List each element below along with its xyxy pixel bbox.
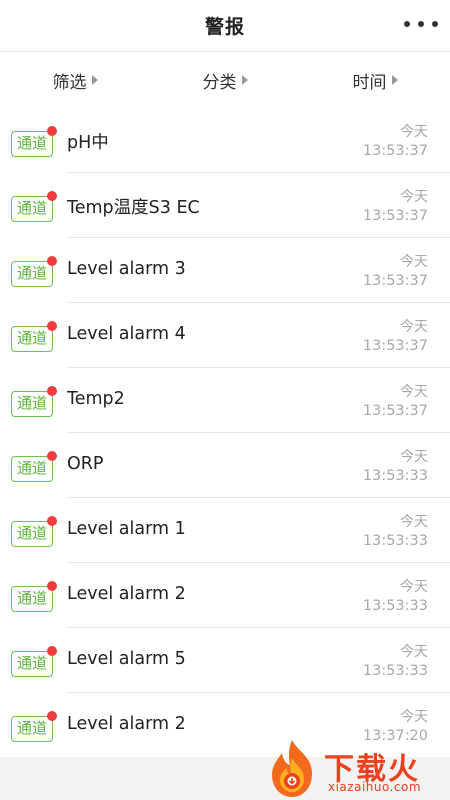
channel-badge: 通道 [11,126,57,157]
alarm-row[interactable]: 通道 Temp2 今天 13:53:37 [0,368,450,433]
channel-badge: 通道 [11,451,57,482]
unread-dot-icon [47,256,57,266]
category-button[interactable]: 分类 [150,68,300,93]
alarm-day: 今天 [400,189,428,205]
alarm-day: 今天 [400,709,428,725]
alarm-row[interactable]: 通道 Temp温度S3 EC 今天 13:53:37 [0,173,450,238]
unread-dot-icon [47,516,57,526]
alarm-row[interactable]: 通道 Level alarm 3 今天 13:53:37 [0,238,450,303]
channel-badge: 通道 [11,516,57,547]
unread-dot-icon [47,126,57,136]
alarm-row[interactable]: 通道 Level alarm 1 今天 13:53:33 [0,498,450,563]
filter-bar: 筛选 分类 时间 [0,52,450,108]
alarm-time: 13:53:37 [362,143,428,159]
dot [404,21,410,27]
alarm-row[interactable]: 通道 Level alarm 4 今天 13:53:37 [0,303,450,368]
flame-logo-icon [272,740,312,797]
alarm-day: 今天 [400,254,428,270]
alarm-name: Temp2 [67,389,125,409]
alarm-day: 今天 [400,319,428,335]
alarm-day: 今天 [400,579,428,595]
channel-badge: 通道 [11,581,57,612]
alarm-day: 今天 [400,514,428,530]
alarm-row[interactable]: 通道 ORP 今天 13:53:33 [0,433,450,498]
unread-dot-icon [47,451,57,461]
app-header: 警报 [0,0,450,52]
caret-right-icon [241,75,248,85]
caret-right-icon [91,75,98,85]
alarm-day: 今天 [400,449,428,465]
alarm-row[interactable]: 通道 Level alarm 5 今天 13:53:33 [0,628,450,693]
unread-dot-icon [47,386,57,396]
channel-badge: 通道 [11,711,57,742]
alarm-name: Level alarm 5 [67,649,186,669]
unread-dot-icon [47,321,57,331]
alarm-list: 通道 pH中 今天 13:53:37 通道 Temp温度S3 EC 今天 13:… [0,108,450,758]
alarm-day: 今天 [400,644,428,660]
alarm-name: Level alarm 1 [67,519,186,539]
alarm-name: Level alarm 2 [67,714,186,734]
unread-dot-icon [47,581,57,591]
alarm-name: Level alarm 2 [67,584,186,604]
filter-label: 筛选 [52,72,87,93]
alarm-name: Level alarm 3 [67,259,186,279]
alarm-name: Level alarm 4 [67,324,186,344]
filter-button[interactable]: 筛选 [0,68,150,93]
alarm-name: ORP [67,454,104,474]
time-label: 时间 [352,72,387,93]
channel-badge: 通道 [11,646,57,677]
alarm-time: 13:53:37 [362,273,428,289]
unread-dot-icon [47,711,57,721]
channel-badge: 通道 [11,256,57,287]
alarm-time: 13:53:37 [362,338,428,354]
channel-badge: 通道 [11,191,57,222]
dot [418,21,424,27]
alarm-day: 今天 [400,384,428,400]
unread-dot-icon [47,646,57,656]
watermark-logo: 下载火 xiazaihuo.com [262,738,450,800]
alarm-time: 13:53:37 [362,403,428,419]
alarm-time: 13:53:33 [362,598,428,614]
dot [432,21,438,27]
unread-dot-icon [47,191,57,201]
channel-badge: 通道 [11,321,57,352]
alarm-name: Temp温度S3 EC [67,198,200,218]
alarm-day: 今天 [400,124,428,140]
alarm-name: pH中 [67,133,109,153]
watermark-url: xiazaihuo.com [328,780,422,794]
channel-badge: 通道 [11,386,57,417]
time-button[interactable]: 时间 [300,68,450,93]
alarm-row[interactable]: 通道 Level alarm 2 今天 13:53:33 [0,563,450,628]
alarm-time: 13:53:33 [362,663,428,679]
page-title: 警报 [204,16,245,38]
more-options-icon[interactable] [404,14,438,34]
alarm-time: 13:53:37 [362,208,428,224]
category-label: 分类 [202,72,237,93]
alarm-time: 13:53:33 [362,468,428,484]
alarm-time: 13:53:33 [362,533,428,549]
caret-right-icon [391,75,398,85]
alarm-row[interactable]: 通道 pH中 今天 13:53:37 [0,108,450,173]
